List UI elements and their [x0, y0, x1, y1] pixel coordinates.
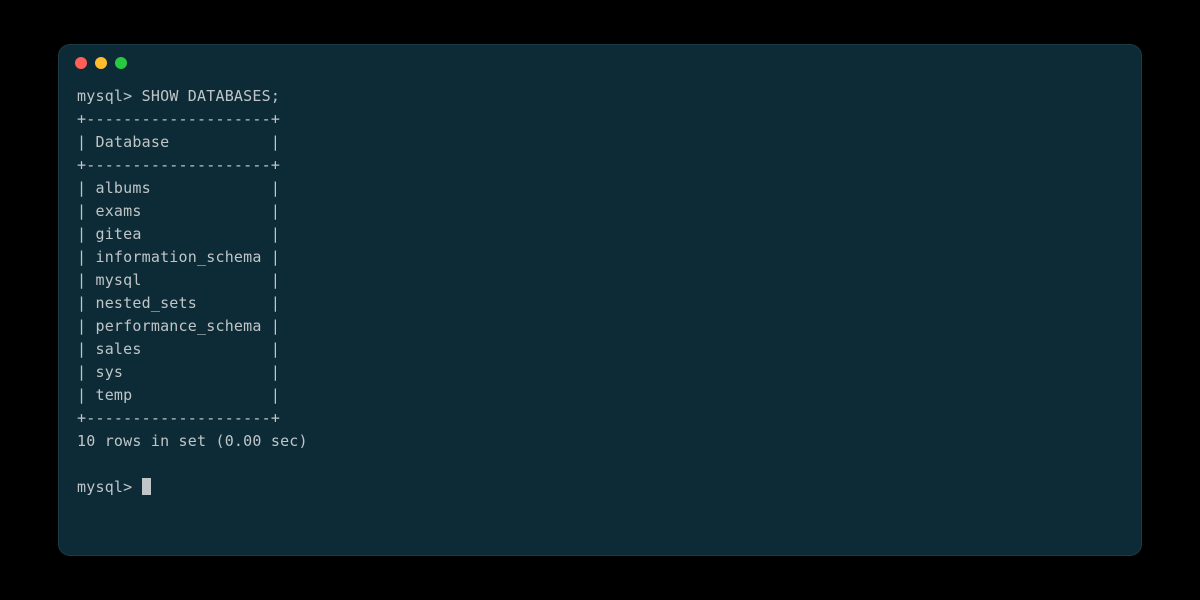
maximize-icon[interactable] [115, 57, 127, 69]
table-header-row: | Database | [77, 133, 280, 151]
minimize-icon[interactable] [95, 57, 107, 69]
prompt: mysql> [77, 87, 132, 105]
terminal-window: mysql> SHOW DATABASES; +----------------… [58, 44, 1142, 556]
prompt: mysql> [77, 476, 132, 499]
table-border-top: +--------------------+ [77, 110, 280, 128]
table-border-mid: +--------------------+ [77, 156, 280, 174]
command: SHOW DATABASES; [142, 87, 280, 105]
close-icon[interactable] [75, 57, 87, 69]
terminal-body[interactable]: mysql> SHOW DATABASES; +----------------… [59, 81, 1141, 517]
terminal-output: mysql> SHOW DATABASES; +----------------… [77, 85, 1123, 476]
table-border-bottom: +--------------------+ [77, 409, 280, 427]
result-summary: 10 rows in set (0.00 sec) [77, 432, 308, 450]
prompt-line[interactable]: mysql> [77, 476, 1123, 499]
table-rows: | albums | | exams | | gitea | | informa… [77, 179, 280, 404]
cursor-icon [142, 478, 151, 495]
titlebar [59, 45, 1141, 81]
